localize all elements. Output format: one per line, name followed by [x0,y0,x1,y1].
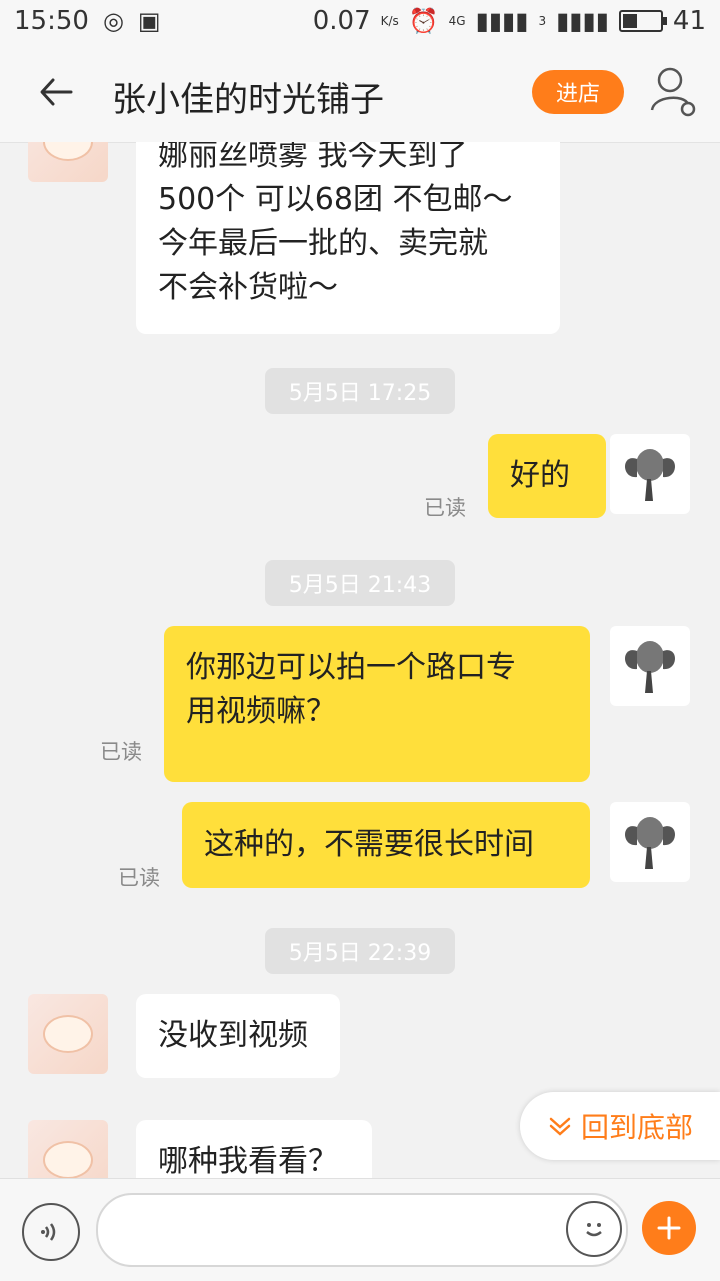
avatar[interactable] [610,434,690,514]
read-status: 已读 [100,740,142,764]
battery-level [622,14,637,28]
page-title: 张小佳的时光铺子 [112,80,384,120]
input-bar [0,1178,720,1281]
time-badge: 5月5日 17:25 [265,368,455,414]
user-settings-button[interactable] [648,64,698,118]
time-badge: 5月5日 21:43 [265,560,455,606]
avatar-image [43,142,93,161]
message-bubble[interactable]: 没收到视频 [136,994,340,1078]
message-bubble[interactable]: 娜丽丝喷雾 我今天到了 500个 可以68团 不包邮～ 今年最后一批的、卖完就 … [136,142,560,334]
read-status: 已读 [118,866,160,890]
message-line: 500个 可以68团 不包邮～ [158,182,513,217]
back-to-bottom-label: 回到底部 [580,1111,693,1144]
network-speed-unit: K/s [380,14,399,28]
enter-store-button[interactable]: 进店 [532,70,624,114]
signal-icon: ▮▮▮▮ [475,7,529,35]
emoji-icon [586,1223,602,1237]
sim2-label: 3 [538,14,547,28]
chevron-down-icon [549,1117,571,1136]
avatar-image [43,1015,93,1053]
weibo-icon: ◎ [102,7,124,35]
back-button[interactable] [34,70,78,114]
voice-icon [41,1223,56,1241]
avatar[interactable] [610,626,690,706]
battery-icon [618,10,667,32]
chat-area[interactable]: 娜丽丝喷雾 我今天到了 500个 可以68团 不包邮～ 今年最后一批的、卖完就 … [0,142,720,1178]
message-input[interactable] [96,1193,628,1267]
elephant-avatar-icon [625,449,675,501]
message-bubble[interactable]: 哪种我看看？ [136,1120,372,1178]
avatar[interactable] [28,994,108,1074]
message-text: 这种的，不需要很长时间 [204,827,534,862]
message-text: 没收到视频 [158,1018,308,1053]
read-status: 已读 [424,496,466,520]
elephant-avatar-icon [625,641,675,693]
status-bar: 15:50 ◎ ▣ 0.07 K/s ⏰ 4G ▮▮▮▮ 3 ▮▮▮▮ 41 [0,0,720,46]
plus-button[interactable] [642,1201,696,1255]
message-line: 用视频嘛？ [186,694,336,729]
network-type: 4G [448,14,466,28]
user-settings-icon [650,67,696,117]
message-bubble[interactable]: 你那边可以拍一个路口专 用视频嘛？ [164,626,590,782]
message-text: 好的 [510,458,570,493]
message-bubble[interactable]: 这种的，不需要很长时间 [182,802,590,888]
avatar[interactable] [28,142,108,182]
elephant-avatar-icon [625,817,675,869]
alarm-icon: ⏰ [408,7,439,35]
battery-percent: 41 [672,6,706,36]
message-line: 娜丽丝喷雾 我今天到了 [158,142,468,173]
plus-icon [657,1216,681,1240]
message-line: 不会补货啦～ [158,270,338,305]
image-notification-icon: ▣ [137,7,161,35]
signal-icon-2: ▮▮▮▮ [556,7,609,35]
time-badge: 5月5日 22:39 [265,928,455,974]
arrow-left-icon [40,78,73,106]
message-line: 你那边可以拍一个路口专 [186,650,516,685]
avatar[interactable] [610,802,690,882]
status-time: 15:50 [14,6,89,36]
network-speed: 0.07 [312,6,371,36]
message-line: 今年最后一批的、卖完就 [158,226,488,261]
message-bubble[interactable]: 好的 [488,434,606,518]
emoji-button[interactable] [566,1201,622,1257]
back-to-bottom-button[interactable]: 回到底部 [520,1092,720,1160]
avatar[interactable] [28,1120,108,1178]
avatar-image [43,1141,93,1178]
voice-button[interactable] [22,1203,80,1261]
chat-header: 张小佳的时光铺子 进店 [0,46,720,143]
message-text: 哪种我看看？ [158,1144,338,1178]
